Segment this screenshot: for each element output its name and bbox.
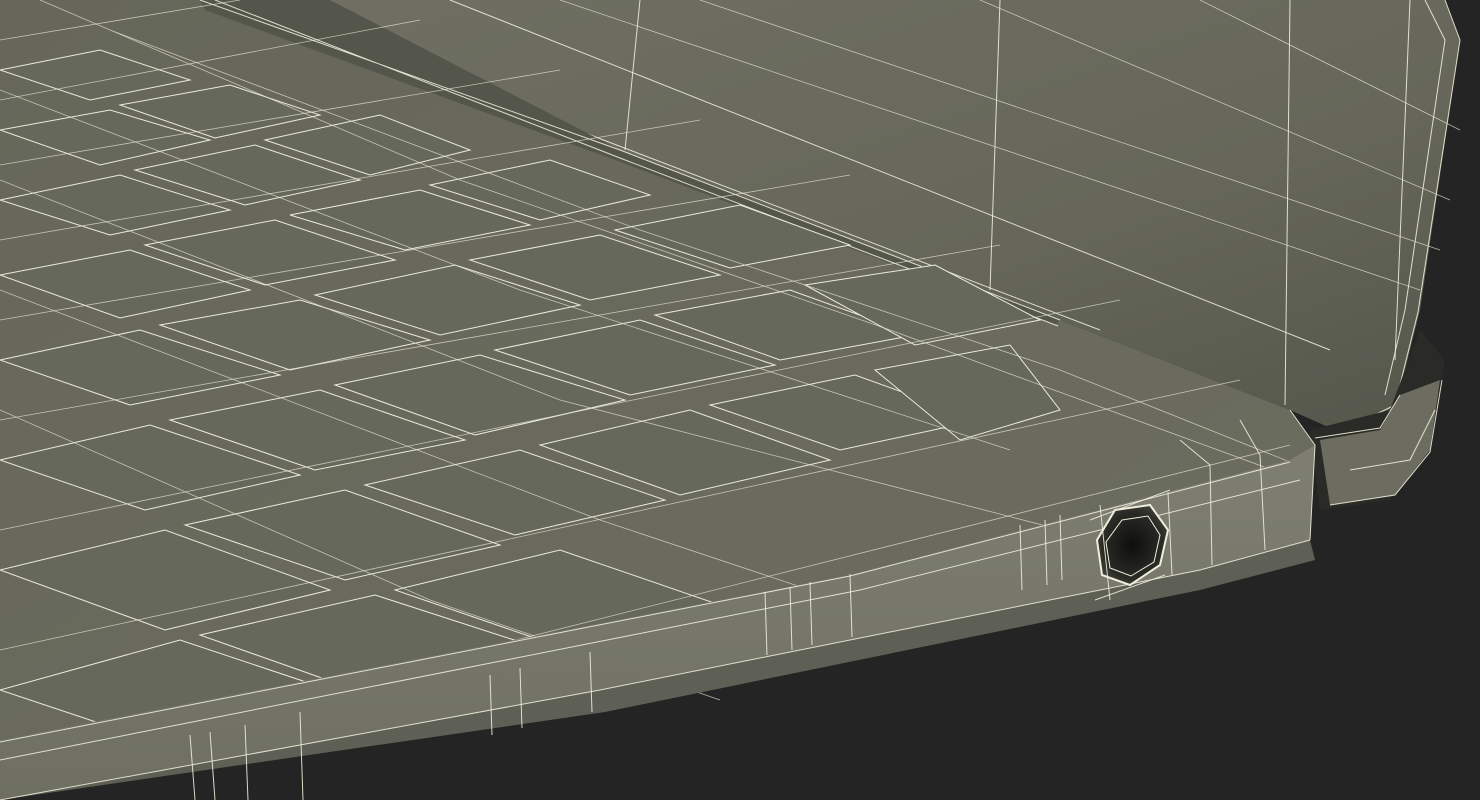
laptop-wireframe-scene	[0, 0, 1480, 800]
